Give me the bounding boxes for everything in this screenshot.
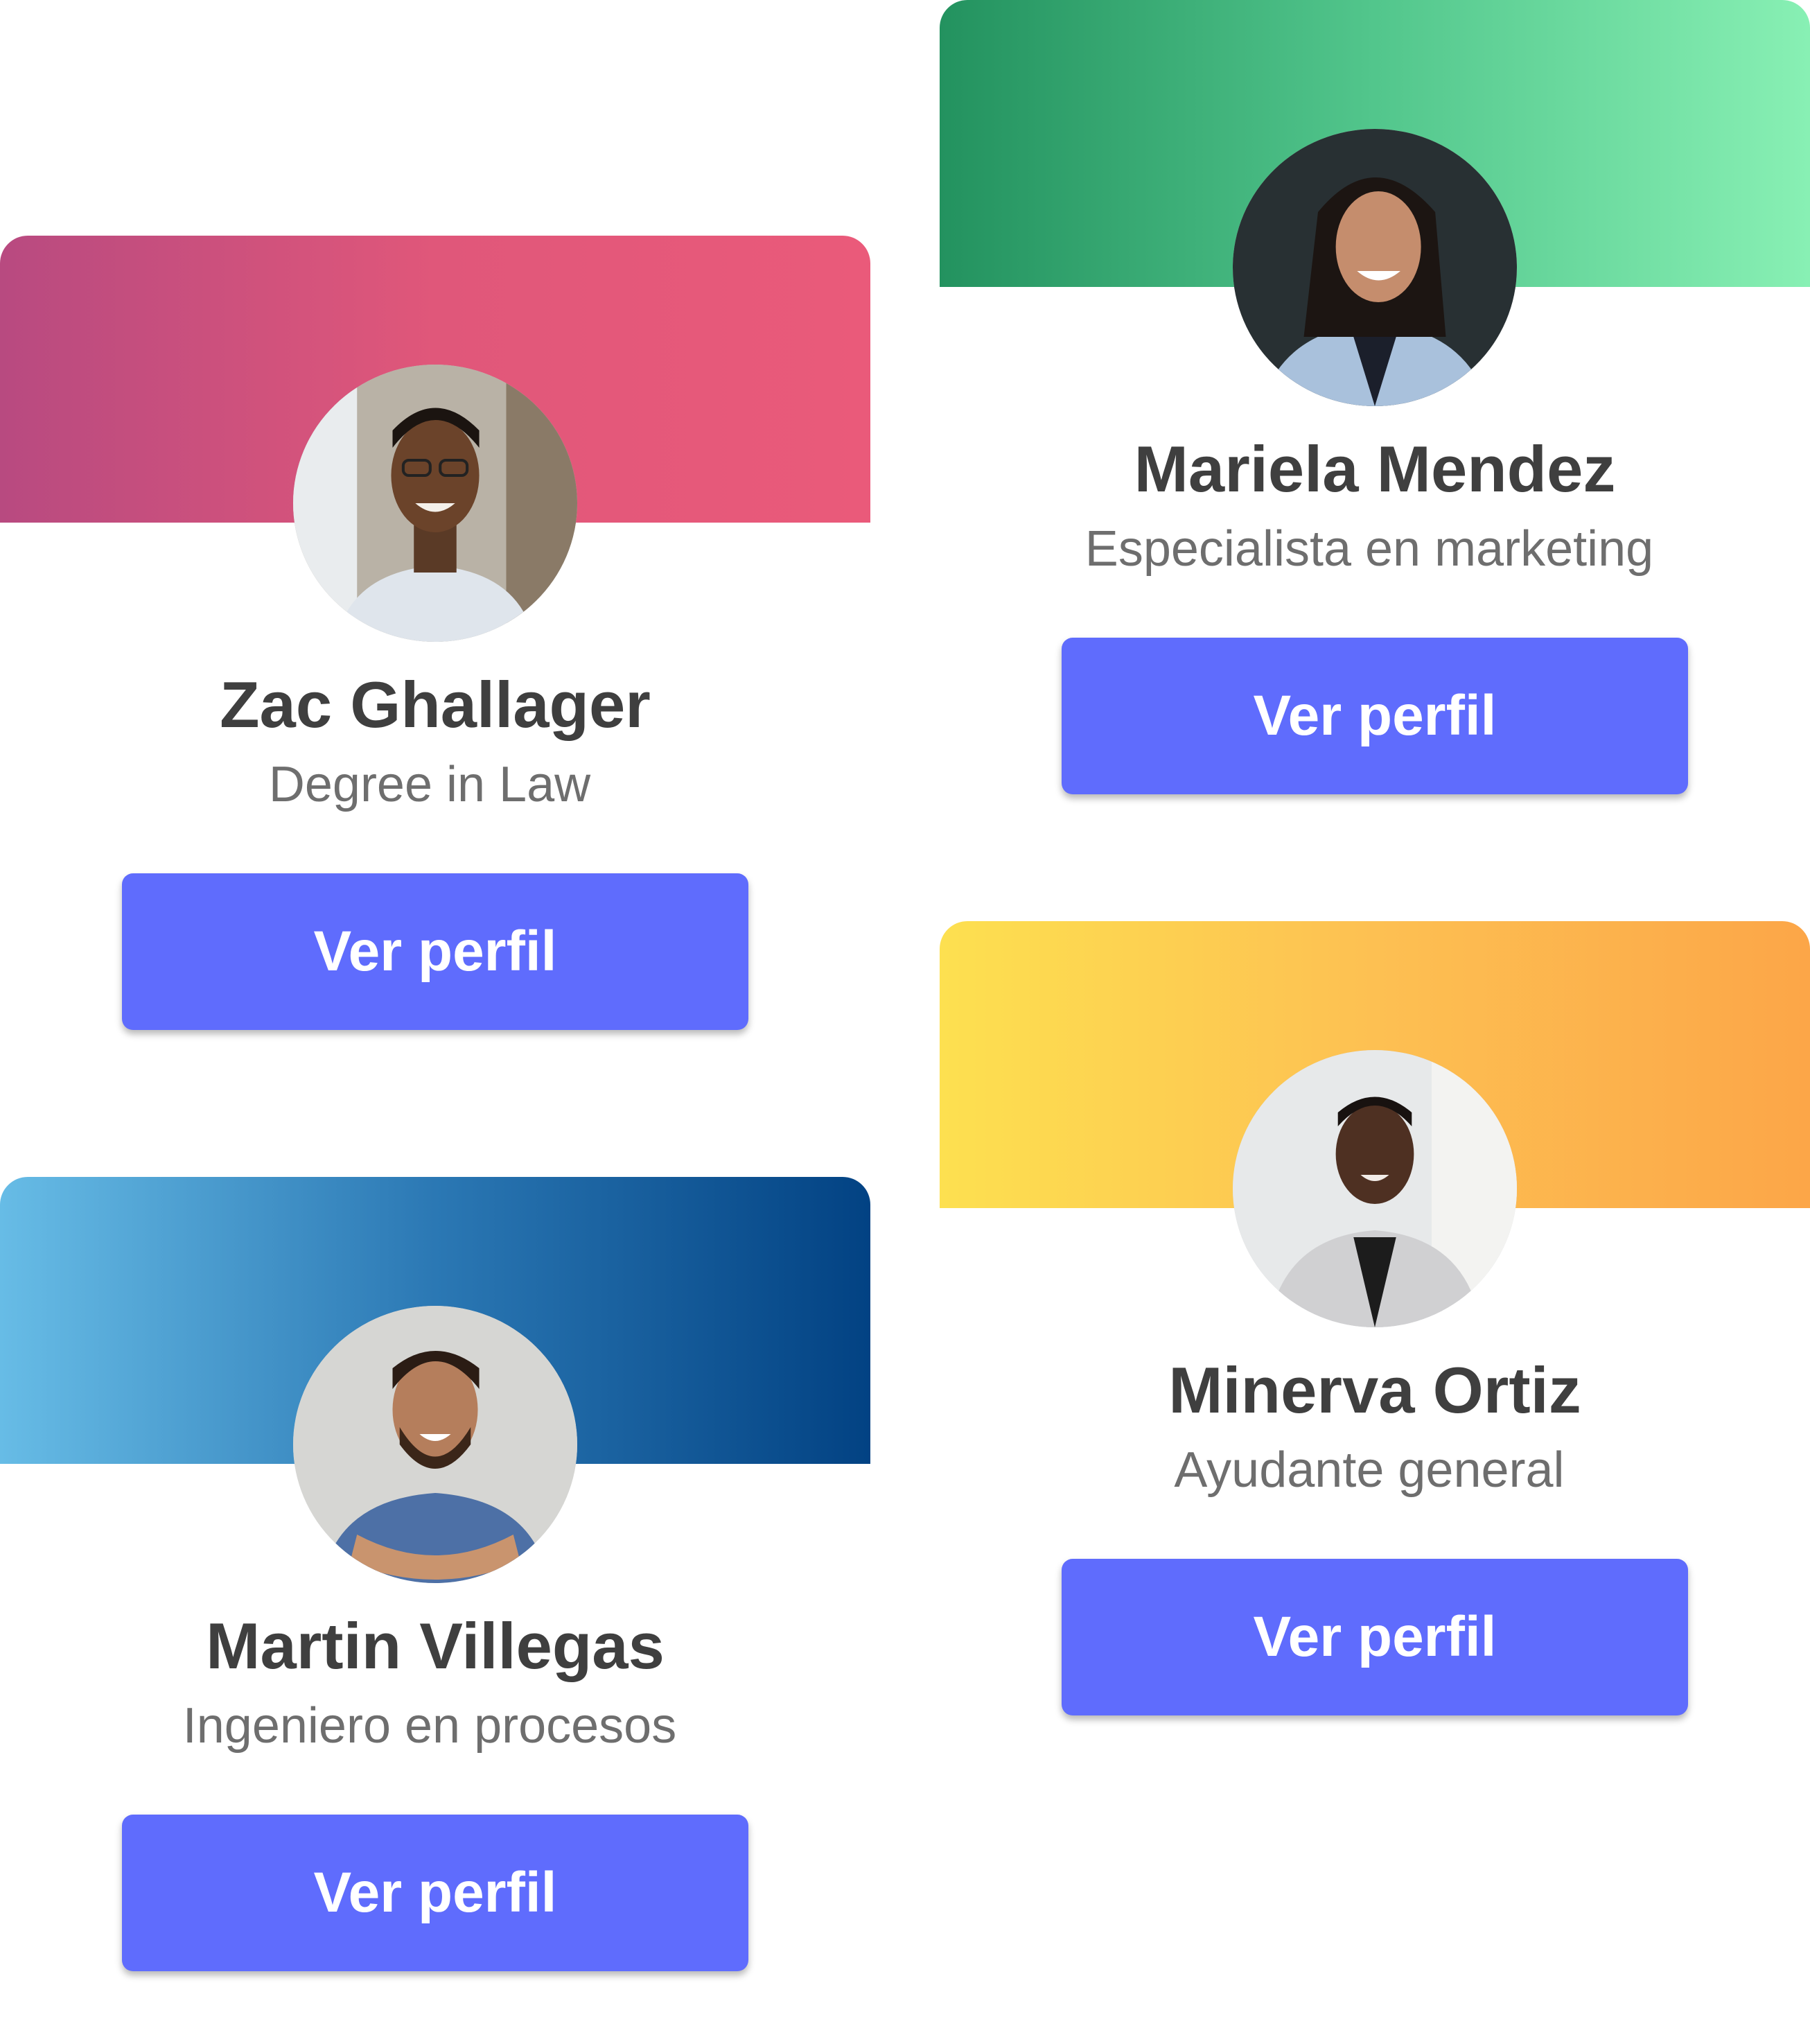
view-profile-button[interactable]: Ver perfil	[1062, 638, 1688, 794]
person-name: Mariela Mendez	[1134, 433, 1616, 505]
view-profile-button[interactable]: Ver perfil	[1062, 1559, 1688, 1715]
view-profile-button[interactable]: Ver perfil	[122, 873, 748, 1030]
profile-card-martin: Martin Villegas Ingeniero en procesos Ve…	[0, 1177, 870, 1974]
profile-card-mariela: Mariela Mendez Especialista en marketing…	[940, 0, 1810, 797]
profile-card-zac: Zac Ghallager Degree in Law Ver perfil	[0, 236, 870, 1033]
person-name: Zac Ghallager	[220, 668, 651, 741]
person-role: Degree in Law	[268, 757, 591, 812]
person-name: Minerva Ortiz	[1168, 1354, 1581, 1426]
person-role: Especialista en marketing	[1084, 521, 1654, 577]
person-role: Ingeniero en procesos	[182, 1698, 677, 1754]
avatar	[1233, 129, 1517, 406]
profile-card-minerva: Minerva Ortiz Ayudante general Ver perfi…	[940, 921, 1810, 1718]
avatar	[1233, 1050, 1517, 1327]
person-role: Ayudante general	[1174, 1442, 1565, 1498]
avatar	[293, 365, 577, 642]
person-name: Martin Villegas	[206, 1609, 665, 1682]
avatar	[293, 1306, 577, 1583]
view-profile-button[interactable]: Ver perfil	[122, 1815, 748, 1971]
